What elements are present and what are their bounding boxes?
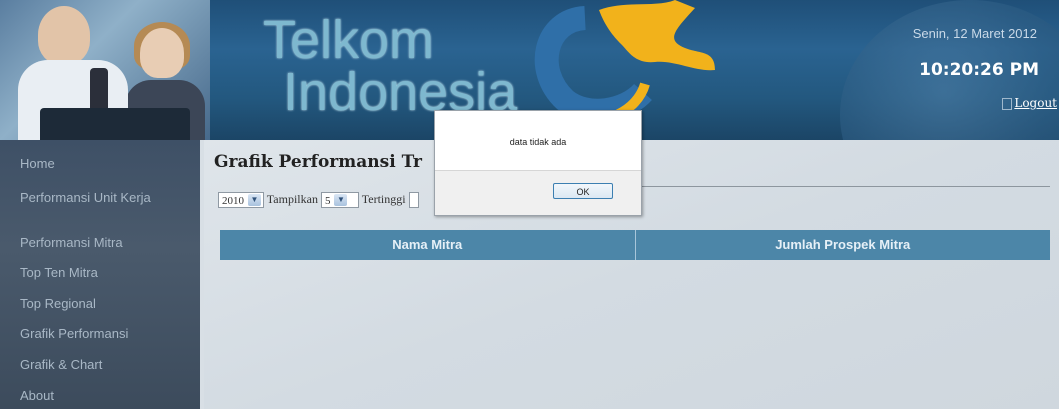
year-select[interactable]: 2010 ▼ — [218, 192, 264, 209]
alert-dialog: data tidak ada OK — [434, 110, 642, 216]
title-divider — [630, 186, 1050, 187]
sidebar-item-grafik-chart[interactable]: Grafik & Chart — [0, 357, 122, 372]
telkom-logo-text: Telkom Indonesia — [263, 10, 517, 119]
sidebar-item-home[interactable]: Home — [0, 156, 75, 171]
filter-bar: 2010 ▼ Tampilkan 5 ▼ Tertinggi — [218, 192, 419, 209]
chevron-down-icon: ▼ — [248, 194, 261, 207]
sidebar-item-top-ten-mitra[interactable]: Top Ten Mitra — [0, 265, 118, 280]
sidebar-item-grafik-performansi[interactable]: Grafik Performansi — [0, 326, 148, 341]
logout-icon — [1002, 97, 1013, 110]
logout-link[interactable]: Logout — [1014, 96, 1057, 110]
sidebar-item-performansi-unit-kerja[interactable]: Performansi Unit Kerja — [0, 191, 180, 204]
logo-line1: Telkom — [263, 10, 435, 70]
show-label: Tampilkan — [266, 192, 318, 206]
sidebar-item-about[interactable]: About — [0, 388, 74, 403]
current-date: Senin, 12 Maret 2012 — [912, 26, 1037, 41]
sidebar-item-top-regional[interactable]: Top Regional — [0, 296, 116, 311]
person-head — [38, 6, 90, 64]
order-label: Tertinggi — [361, 192, 406, 206]
count-select[interactable]: 5 ▼ — [320, 192, 359, 209]
order-select[interactable] — [408, 192, 419, 209]
sidebar: Home Performansi Unit Kerja Performansi … — [0, 140, 200, 409]
ok-button[interactable]: OK — [553, 183, 613, 199]
header-photo — [0, 0, 210, 140]
table-header: Nama Mitra Jumlah Prospek Mitra — [220, 230, 1050, 260]
chevron-down-icon: ▼ — [334, 194, 348, 207]
laptop — [40, 108, 190, 140]
logout-area: Logout — [1002, 96, 1057, 110]
count-select-value: 5 — [324, 195, 331, 208]
column-header-jumlah-prospek: Jumlah Prospek Mitra — [775, 237, 911, 252]
page-title: Grafik Performansi Tr — [214, 152, 422, 172]
sidebar-item-performansi-mitra[interactable]: Performansi Mitra — [0, 235, 143, 250]
current-time: 10:20:26 PM — [919, 60, 1039, 80]
column-header-nama-mitra: Nama Mitra — [392, 237, 463, 252]
dialog-footer: OK — [435, 170, 641, 215]
dialog-message: data tidak ada — [509, 137, 567, 147]
year-select-value: 2010 — [222, 195, 244, 208]
person-head — [140, 28, 184, 78]
